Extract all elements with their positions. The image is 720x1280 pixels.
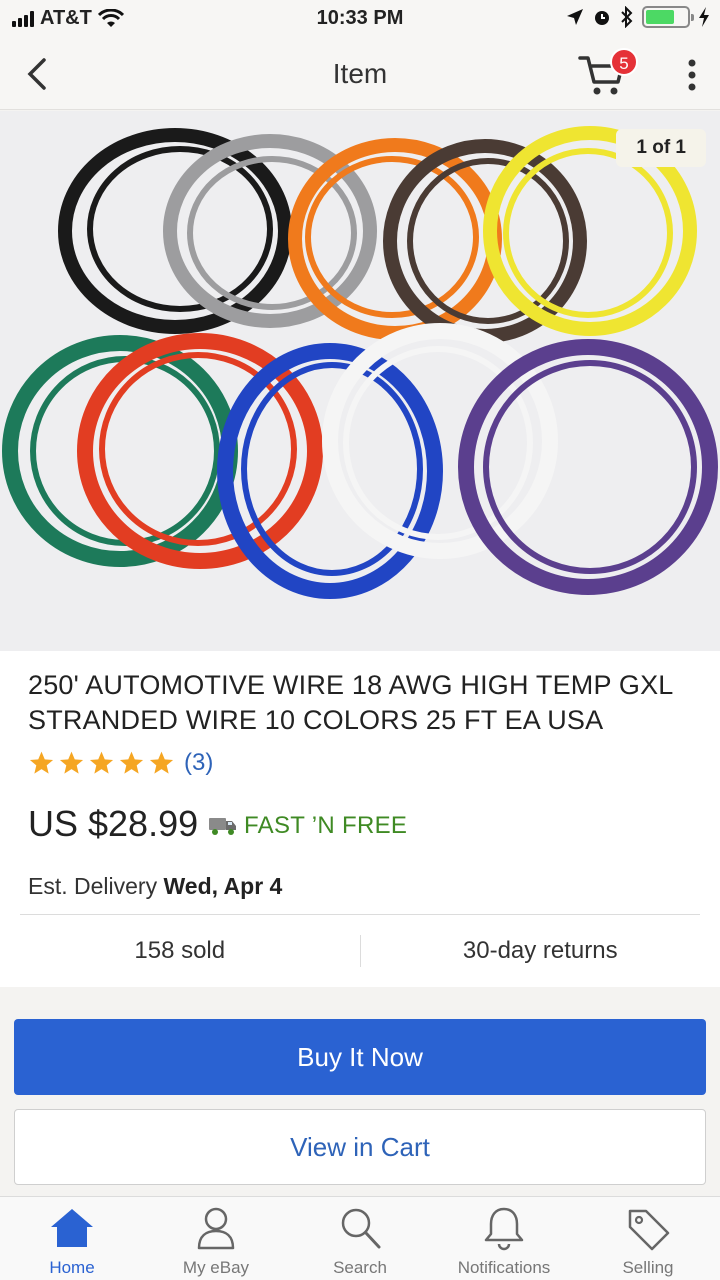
tab-home[interactable]: Home bbox=[0, 1197, 144, 1280]
truck-icon bbox=[209, 818, 236, 835]
star-icon bbox=[149, 751, 174, 774]
estimated-delivery: Est. Delivery Wed, Apr 4 bbox=[28, 873, 282, 900]
returns-policy[interactable]: 30-day returns bbox=[361, 915, 720, 987]
tab-label: Search bbox=[333, 1258, 387, 1277]
wire-spools-photo bbox=[0, 111, 720, 651]
star-icon bbox=[119, 751, 144, 774]
tab-search[interactable]: Search bbox=[288, 1197, 432, 1280]
product-title: 250' AUTOMOTIVE WIRE 18 AWG HIGH TEMP GX… bbox=[28, 670, 673, 735]
tab-selling[interactable]: Selling bbox=[576, 1197, 720, 1280]
status-bar: AT&T 10:33 PM bbox=[0, 0, 720, 40]
item-stats: 158 sold 30-day returns bbox=[0, 915, 720, 987]
alarm-icon bbox=[595, 11, 609, 25]
tab-label: Notifications bbox=[457, 1258, 551, 1277]
item-details: 250' AUTOMOTIVE WIRE 18 AWG HIGH TEMP GX… bbox=[0, 651, 720, 987]
star-icon bbox=[59, 751, 84, 774]
charging-icon bbox=[699, 7, 709, 27]
product-image[interactable]: 1 of 1 bbox=[0, 111, 720, 651]
shipping-label: FAST ’N FREE bbox=[244, 812, 408, 839]
shipping-badge: FAST ’N FREE bbox=[208, 812, 407, 840]
view-in-cart-button[interactable]: View in Cart bbox=[14, 1109, 706, 1185]
nav-bar: Item 5 bbox=[0, 40, 720, 110]
more-options-icon[interactable] bbox=[686, 58, 698, 92]
cart-count-badge: 5 bbox=[610, 48, 638, 76]
tab-my-ebay[interactable]: My eBay bbox=[144, 1197, 288, 1280]
cart-button[interactable]: 5 bbox=[576, 46, 638, 102]
rating[interactable]: (3) bbox=[28, 749, 213, 777]
search-icon bbox=[341, 1208, 381, 1249]
star-icon bbox=[89, 751, 114, 774]
star-icon bbox=[29, 751, 54, 774]
buy-it-now-button[interactable]: Buy It Now bbox=[14, 1019, 706, 1095]
tab-notifications[interactable]: Notifications bbox=[432, 1197, 576, 1280]
bluetooth-icon bbox=[621, 6, 633, 28]
price: US $28.99 bbox=[28, 803, 199, 844]
review-count-link[interactable]: (3) bbox=[184, 749, 213, 777]
bell-icon bbox=[484, 1207, 524, 1251]
location-icon bbox=[567, 9, 583, 25]
tab-bar: Home My eBay Search Notifications Sellin… bbox=[0, 1196, 720, 1280]
tag-icon bbox=[628, 1209, 670, 1251]
battery-icon bbox=[642, 6, 694, 28]
home-icon bbox=[51, 1209, 93, 1247]
person-icon bbox=[197, 1207, 235, 1250]
tab-label: Selling bbox=[622, 1258, 674, 1277]
tab-label: My eBay bbox=[182, 1258, 250, 1277]
delivery-label: Est. Delivery bbox=[28, 873, 158, 899]
tab-label: Home bbox=[49, 1258, 95, 1277]
sold-count: 158 sold bbox=[134, 937, 226, 964]
delivery-date: Wed, Apr 4 bbox=[163, 873, 283, 899]
image-counter: 1 of 1 bbox=[616, 129, 706, 167]
